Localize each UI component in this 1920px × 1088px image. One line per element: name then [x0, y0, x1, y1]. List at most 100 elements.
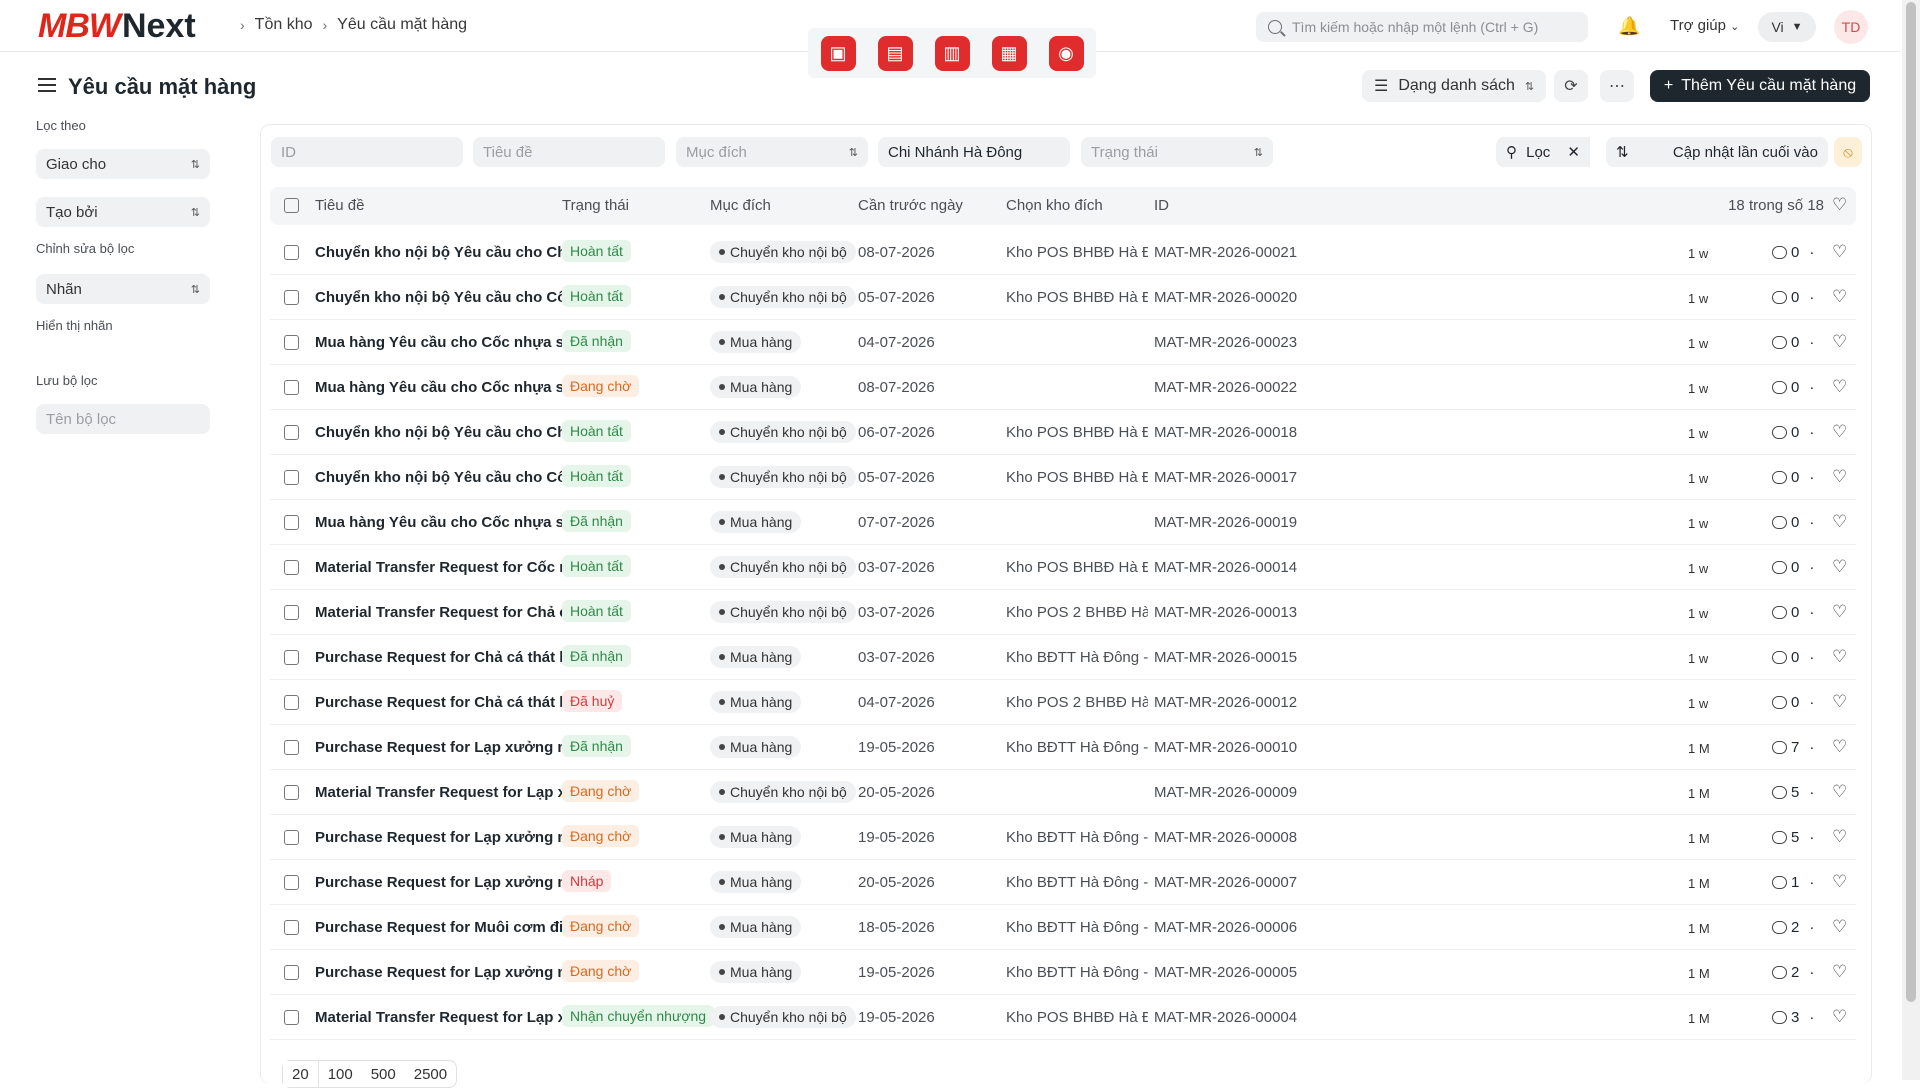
- table-row[interactable]: Chuyển kho nội bộ Yêu cầu cho Cốc nhựa Ho…: [270, 455, 1856, 500]
- row-comments[interactable]: 0 ·: [1772, 469, 1814, 486]
- clear-filter-icon[interactable]: ✕: [1567, 143, 1580, 161]
- page-size-2500[interactable]: 2500: [405, 1061, 456, 1087]
- branch-filter-input[interactable]: Chi Nhánh Hà Đông: [878, 137, 1070, 167]
- row-checkbox[interactable]: [284, 1010, 299, 1025]
- status-filter-select[interactable]: Trạng thái ⇅: [1081, 137, 1273, 167]
- view-selector[interactable]: ☰ Dạng danh sách ⇅: [1362, 70, 1546, 102]
- app-shortcut-4-icon[interactable]: ▦: [991, 35, 1027, 71]
- row-comments[interactable]: 0 ·: [1772, 604, 1814, 621]
- row-checkbox[interactable]: [284, 740, 299, 755]
- heart-icon[interactable]: ♡: [1832, 873, 1847, 890]
- row-comments[interactable]: 5 ·: [1772, 829, 1814, 846]
- table-row[interactable]: Chuyển kho nội bộ Yêu cầu cho Cốc nhựa Ho…: [270, 275, 1856, 320]
- table-row[interactable]: Chuyển kho nội bộ Yêu cầu cho Chả Tôm Hoà…: [270, 230, 1856, 275]
- filter-name-input[interactable]: Tên bộ lọc: [36, 404, 210, 434]
- table-row[interactable]: Purchase Request for Lạp xưởng nướng Đang…: [270, 950, 1856, 995]
- row-checkbox[interactable]: [284, 785, 299, 800]
- table-row[interactable]: Material Transfer Request for Lạp xưởng N…: [270, 995, 1856, 1040]
- page-size-100[interactable]: 100: [319, 1061, 362, 1087]
- row-checkbox[interactable]: [284, 965, 299, 980]
- more-button[interactable]: ⋯: [1600, 70, 1634, 102]
- filter-button[interactable]: ⚲ Lọc ✕: [1496, 137, 1590, 167]
- row-checkbox[interactable]: [284, 605, 299, 620]
- app-shortcut-2-icon[interactable]: ▤: [877, 35, 913, 71]
- heart-icon[interactable]: ♡: [1832, 243, 1847, 260]
- heart-icon[interactable]: ♡: [1832, 333, 1847, 350]
- bell-icon[interactable]: 🔔: [1618, 16, 1640, 37]
- app-shortcut-3-icon[interactable]: ▥: [934, 35, 970, 71]
- sidebar-toggle-icon[interactable]: [38, 78, 56, 92]
- table-row[interactable]: Purchase Request for Lạp xưởng nướng Đã n…: [270, 725, 1856, 770]
- row-checkbox[interactable]: [284, 515, 299, 530]
- heart-icon[interactable]: ♡: [1832, 783, 1847, 800]
- heart-icon[interactable]: ♡: [1832, 196, 1847, 213]
- table-row[interactable]: Mua hàng Yêu cầu cho Cốc nhựa sọc 3 Đang …: [270, 365, 1856, 410]
- show-tags-link[interactable]: Hiển thị nhãn: [36, 318, 212, 333]
- edit-filters-link[interactable]: Chỉnh sửa bộ lọc: [36, 241, 212, 256]
- language-selector[interactable]: Vi ▼: [1758, 12, 1816, 42]
- heart-icon[interactable]: ♡: [1832, 558, 1847, 575]
- heart-icon[interactable]: ♡: [1832, 423, 1847, 440]
- row-comments[interactable]: 0 ·: [1772, 694, 1814, 711]
- app-shortcut-1-icon[interactable]: ▣: [820, 35, 856, 71]
- tags-select[interactable]: Nhãn ⇅: [36, 274, 210, 304]
- row-checkbox[interactable]: [284, 335, 299, 350]
- row-comments[interactable]: 0 ·: [1772, 334, 1814, 351]
- row-comments[interactable]: 7 ·: [1772, 739, 1814, 756]
- row-comments[interactable]: 0 ·: [1772, 289, 1814, 306]
- heart-icon[interactable]: ♡: [1832, 603, 1847, 620]
- heart-icon[interactable]: ♡: [1832, 738, 1847, 755]
- heart-icon[interactable]: ♡: [1832, 288, 1847, 305]
- heart-icon[interactable]: ♡: [1832, 693, 1847, 710]
- row-comments[interactable]: 0 ·: [1772, 424, 1814, 441]
- row-comments[interactable]: 0 ·: [1772, 649, 1814, 666]
- id-filter-input[interactable]: ID: [271, 137, 463, 167]
- column-id[interactable]: ID: [1154, 197, 1169, 214]
- column-purpose[interactable]: Mục đích: [710, 197, 771, 214]
- heart-icon[interactable]: ♡: [1832, 1008, 1847, 1025]
- heart-icon[interactable]: ♡: [1832, 963, 1847, 980]
- search-input[interactable]: Tìm kiếm hoặc nhập một lệnh (Ctrl + G): [1256, 12, 1588, 42]
- select-all-checkbox[interactable]: [284, 198, 299, 213]
- sort-button[interactable]: ⇅ Cập nhật lần cuối vào: [1606, 137, 1828, 167]
- table-row[interactable]: Purchase Request for Chả cá thát lát ốp Đ…: [270, 635, 1856, 680]
- sort-order-button[interactable]: ⦸: [1834, 137, 1862, 167]
- column-title[interactable]: Tiêu đề: [315, 197, 364, 214]
- heart-icon[interactable]: ♡: [1832, 828, 1847, 845]
- row-comments[interactable]: 3 ·: [1772, 1009, 1814, 1026]
- page-size-500[interactable]: 500: [362, 1061, 405, 1087]
- scrollbar-thumb[interactable]: [1906, 2, 1916, 1002]
- row-comments[interactable]: 0 ·: [1772, 244, 1814, 261]
- page-size-20[interactable]: 20: [283, 1061, 319, 1087]
- row-checkbox[interactable]: [284, 650, 299, 665]
- row-checkbox[interactable]: [284, 290, 299, 305]
- column-schedule-date[interactable]: Cần trước ngày: [858, 197, 963, 214]
- heart-icon[interactable]: ♡: [1832, 648, 1847, 665]
- title-filter-input[interactable]: Tiêu đề: [473, 137, 665, 167]
- row-comments[interactable]: 2 ·: [1772, 964, 1814, 981]
- assigned-to-select[interactable]: Giao cho ⇅: [36, 149, 210, 179]
- breadcrumb-material-request[interactable]: Yêu cầu mặt hàng: [337, 16, 467, 34]
- column-status[interactable]: Trạng thái: [562, 197, 629, 214]
- heart-icon[interactable]: ♡: [1832, 513, 1847, 530]
- row-checkbox[interactable]: [284, 380, 299, 395]
- row-checkbox[interactable]: [284, 830, 299, 845]
- table-row[interactable]: Chuyển kho nội bộ Yêu cầu cho Chả Tôm Hoà…: [270, 410, 1856, 455]
- row-comments[interactable]: 5 ·: [1772, 784, 1814, 801]
- heart-icon[interactable]: ♡: [1832, 378, 1847, 395]
- breadcrumb-stock[interactable]: Tồn kho: [255, 16, 313, 34]
- table-row[interactable]: Purchase Request for Chả cá thát lát ốp Đ…: [270, 680, 1856, 725]
- row-checkbox[interactable]: [284, 875, 299, 890]
- avatar[interactable]: TD: [1834, 10, 1868, 44]
- table-row[interactable]: Purchase Request for Lạp xưởng nướng Nháp…: [270, 860, 1856, 905]
- app-logo[interactable]: MBW Next: [38, 7, 196, 45]
- table-row[interactable]: Purchase Request for Lạp xưởng nướng Đang…: [270, 815, 1856, 860]
- row-comments[interactable]: 1 ·: [1772, 874, 1814, 891]
- table-row[interactable]: Mua hàng Yêu cầu cho Cốc nhựa sọc 3 Đã nh…: [270, 320, 1856, 365]
- row-comments[interactable]: 2 ·: [1772, 919, 1814, 936]
- row-checkbox[interactable]: [284, 560, 299, 575]
- row-checkbox[interactable]: [284, 695, 299, 710]
- created-by-select[interactable]: Tạo bởi ⇅: [36, 197, 210, 227]
- add-material-request-button[interactable]: + Thêm Yêu cầu mặt hàng: [1650, 70, 1870, 102]
- row-checkbox[interactable]: [284, 920, 299, 935]
